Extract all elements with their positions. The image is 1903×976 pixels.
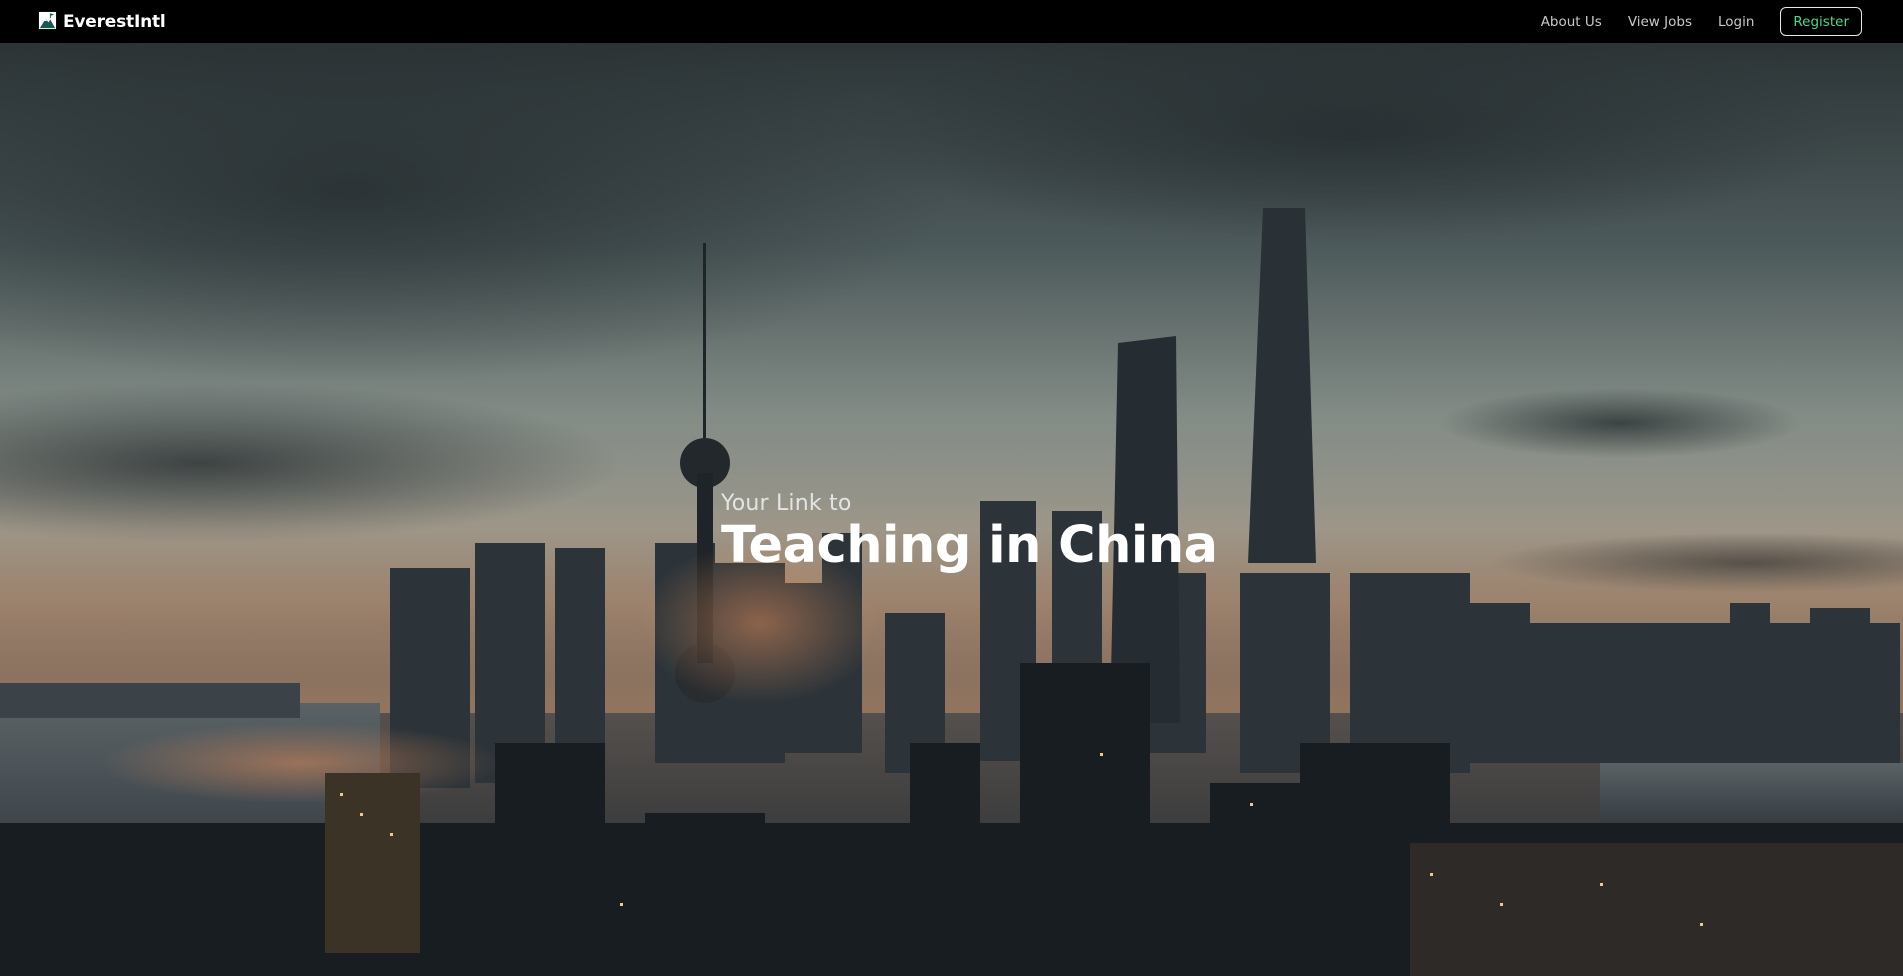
nav-link-login[interactable]: Login [1718,14,1754,30]
hero-subtitle: Your Link to [721,491,852,516]
brand-name: EverestIntl [63,11,166,32]
mountain-logo-icon [38,11,57,30]
hero-title: Teaching in China [721,516,1218,575]
nav-link-view-jobs[interactable]: View Jobs [1628,14,1692,30]
hero-heading: Your Link to Teaching in China [721,491,1218,575]
hero-section: Your Link to Teaching in China [0,43,1903,976]
register-button[interactable]: Register [1780,7,1862,36]
nav-link-about-us[interactable]: About Us [1541,14,1602,30]
brand-home-link[interactable]: EverestIntl [38,0,166,43]
top-navbar: EverestIntl About Us View Jobs Login Reg… [0,0,1903,43]
nav-links: About Us View Jobs Login Register [1515,0,1862,43]
